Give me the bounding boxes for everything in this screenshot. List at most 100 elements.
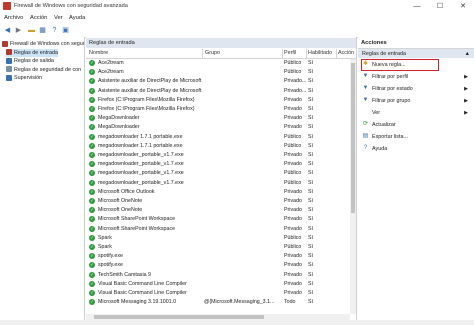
back-arrow-icon[interactable]: ◀ <box>3 26 12 35</box>
table-row[interactable]: ✓ megadownloader 1.7.1 portable.exe Públic… <box>86 133 348 141</box>
vertical-scrollbar[interactable] <box>350 59 356 314</box>
monitoring-icon <box>6 74 12 81</box>
forward-arrow-icon[interactable]: ▶ <box>14 26 23 35</box>
table-row[interactable]: ✓ spotify.exe Privado Sí <box>86 261 348 269</box>
table-row[interactable]: ✓ Firefox (C:\Program Files\Mozilla Firef… <box>86 105 348 113</box>
table-row[interactable]: ✓ Microsoft OneNote Privado Sí <box>86 206 348 214</box>
enabled-check-icon: ✓ <box>89 271 95 278</box>
table-row[interactable]: ✓ Ace2tream Público Sí <box>86 59 348 67</box>
rule-enabled: Sí <box>308 142 314 149</box>
console-tree-icon[interactable]: ▦ <box>38 26 47 35</box>
tree-item-inbound-rules[interactable]: Reglas de entrada <box>6 48 59 57</box>
rule-group: @{Microsoft.Messaging_3.1... <box>204 299 275 306</box>
title-bar: Firewall de Windows con seguridad avanza… <box>0 0 474 13</box>
table-row[interactable]: ✓ megadownloader_portable_v1.7.exe Privado… <box>86 151 348 159</box>
column-header: Nombre Grupo Perfil Habilitado Acción <box>86 49 356 59</box>
column-profile[interactable]: Perfil <box>284 50 296 56</box>
outbound-rules-icon <box>6 57 12 64</box>
table-row[interactable]: ✓ Asistente auxiliar de DirectPlay de Mic… <box>86 87 348 95</box>
table-row[interactable]: ✓ Firefox (C:\Program Files\Mozilla Firef… <box>86 96 348 104</box>
action-nueva-regla[interactable]: ✱ Nueva regla... <box>361 59 439 71</box>
submenu-arrow-icon: ▶ <box>464 98 468 104</box>
rule-enabled: Sí <box>308 262 314 269</box>
action-actualizar[interactable]: ⟳ Actualizar <box>362 120 470 130</box>
tree-item-label: Supervisión <box>14 75 43 81</box>
table-row[interactable]: ✓ Visual Basic Command Line Compiler Priva… <box>86 289 348 297</box>
table-row[interactable]: ✓ Asistente auxiliar de DirectPlay de Mic… <box>86 77 348 85</box>
table-row[interactable]: ✓ Microsoft Office Outlook Privado Sí <box>86 188 348 196</box>
collapse-arrow-icon[interactable]: ▲ <box>465 51 470 57</box>
rule-profile: Público <box>284 170 302 177</box>
enabled-check-icon: ✓ <box>89 161 95 168</box>
menu-ver[interactable]: Ver <box>54 15 63 21</box>
rule-name: Firefox (C:\Program Files\Mozilla Firefo… <box>98 106 195 112</box>
table-row[interactable]: ✓ MegaDownloader Privado Sí <box>86 123 348 131</box>
table-row[interactable]: ✓ Spark Público Sí <box>86 234 348 242</box>
filter-icon: ▼ <box>362 97 369 104</box>
folder-icon[interactable]: ▬ <box>27 26 36 35</box>
rule-name: megadownloader_portable_v1.7.exe <box>98 152 184 158</box>
tree-item-monitoring[interactable]: Supervisión <box>6 74 42 82</box>
actions-section-header[interactable]: Reglas de entrada ▲ <box>358 49 474 58</box>
enabled-check-icon: ✓ <box>89 198 95 204</box>
enabled-check-icon: ✓ <box>89 96 95 103</box>
table-row[interactable]: ✓ Spark Público Sí <box>86 243 348 251</box>
table-row[interactable]: ✓ MegaDownloader Privado Sí <box>86 114 348 122</box>
table-row[interactable]: ✓ Microsoft OneNote Privado Sí <box>86 197 348 205</box>
menu-archivo[interactable]: Archivo <box>4 15 23 21</box>
enabled-check-icon: ✓ <box>89 115 95 122</box>
rule-enabled: Sí <box>308 78 314 85</box>
console-tree: Firewall de Windows con seguridad avanza… <box>0 37 85 320</box>
tree-item-label: Reglas de salida <box>14 58 54 64</box>
enabled-check-icon: ✓ <box>89 216 95 223</box>
column-enabled[interactable]: Habilitado <box>308 50 332 56</box>
enabled-check-icon: ✓ <box>89 207 95 214</box>
action-ver[interactable]: Ver ▶ <box>362 108 470 118</box>
maximize-button[interactable]: ☐ <box>429 0 451 13</box>
rule-name: MegaDownloader <box>98 115 140 122</box>
help-icon[interactable]: ? <box>50 26 59 35</box>
firewall-app-icon <box>3 2 11 10</box>
view-toggle-icon[interactable]: ▣ <box>61 26 70 35</box>
table-row[interactable]: ✓ Microsoft Messaging 3.19.1001.0 @{Micros… <box>86 298 348 306</box>
tree-item-label: Firewall de Windows con seguridad avanza… <box>10 41 85 47</box>
rule-enabled: Sí <box>308 216 314 223</box>
minimize-button[interactable]: — <box>406 0 428 13</box>
table-row[interactable]: ✓ megadownloader_portable_v1.7.exe Público… <box>86 169 348 177</box>
table-row[interactable]: ✓ Microsoft SharePoint Workspace Privado Sí <box>86 215 348 223</box>
table-row[interactable]: ✓ TechSmith Camtasia 9 Privado Sí <box>86 271 348 279</box>
menu-ayuda[interactable]: Ayuda <box>69 15 85 21</box>
table-row[interactable]: ✓ spotify.exe Privado Sí <box>86 252 348 260</box>
rule-enabled: Sí <box>308 188 314 195</box>
action-filtrar-por-grupo[interactable]: ▼ Filtrar por grupo ▶ <box>362 96 470 106</box>
submenu-arrow-icon: ▶ <box>464 86 468 92</box>
rule-enabled: Sí <box>308 161 314 168</box>
rule-profile: Privado... <box>284 78 306 85</box>
column-action[interactable]: Acción <box>338 50 354 56</box>
enabled-check-icon: ✓ <box>89 78 95 85</box>
close-button[interactable]: ✕ <box>452 0 474 13</box>
table-row[interactable]: ✓ megadownloader 1.7.1 portable.exe Públic… <box>86 142 348 150</box>
column-name[interactable]: Nombre <box>89 50 108 56</box>
action-ayuda[interactable]: ? Ayuda <box>362 144 470 154</box>
tree-item-connection-security[interactable]: Reglas de seguridad de con <box>6 66 81 74</box>
rule-profile: Privado <box>284 216 302 223</box>
table-row[interactable]: ✓ Visual Basic Command Line Compiler Priva… <box>86 280 348 288</box>
menu-accion[interactable]: Acción <box>30 15 47 21</box>
enabled-check-icon: ✓ <box>89 152 95 158</box>
action-filtrar-por-perfil[interactable]: ▼ Filtrar por perfil ▶ <box>362 72 470 82</box>
rule-enabled: Sí <box>308 69 314 76</box>
tree-item-firewall[interactable]: Firewall de Windows con seguridad avanza… <box>2 40 85 48</box>
table-row[interactable]: ✓ Ace2tream Público Sí <box>86 68 348 76</box>
action-exportar-lista[interactable]: ▤ Exportar lista... <box>362 132 470 142</box>
rule-enabled: Sí <box>308 106 314 112</box>
action-label: Actualizar <box>372 122 396 128</box>
table-row[interactable]: ✓ megadownloader_portable_v1.7.exe Público… <box>86 179 348 187</box>
rule-name: Ace2tream <box>98 69 124 76</box>
column-group[interactable]: Grupo <box>205 50 220 56</box>
action-label: Filtrar por grupo <box>372 98 411 104</box>
table-row[interactable]: ✓ Microsoft SharePoint Workspace Privado Sí <box>86 225 348 233</box>
table-row[interactable]: ✓ megadownloader_portable_v1.7.exe Privado… <box>86 160 348 168</box>
tree-item-outbound-rules[interactable]: Reglas de salida <box>6 57 54 65</box>
action-filtrar-por-estado[interactable]: ▼ Filtrar por estado ▶ <box>362 84 470 94</box>
